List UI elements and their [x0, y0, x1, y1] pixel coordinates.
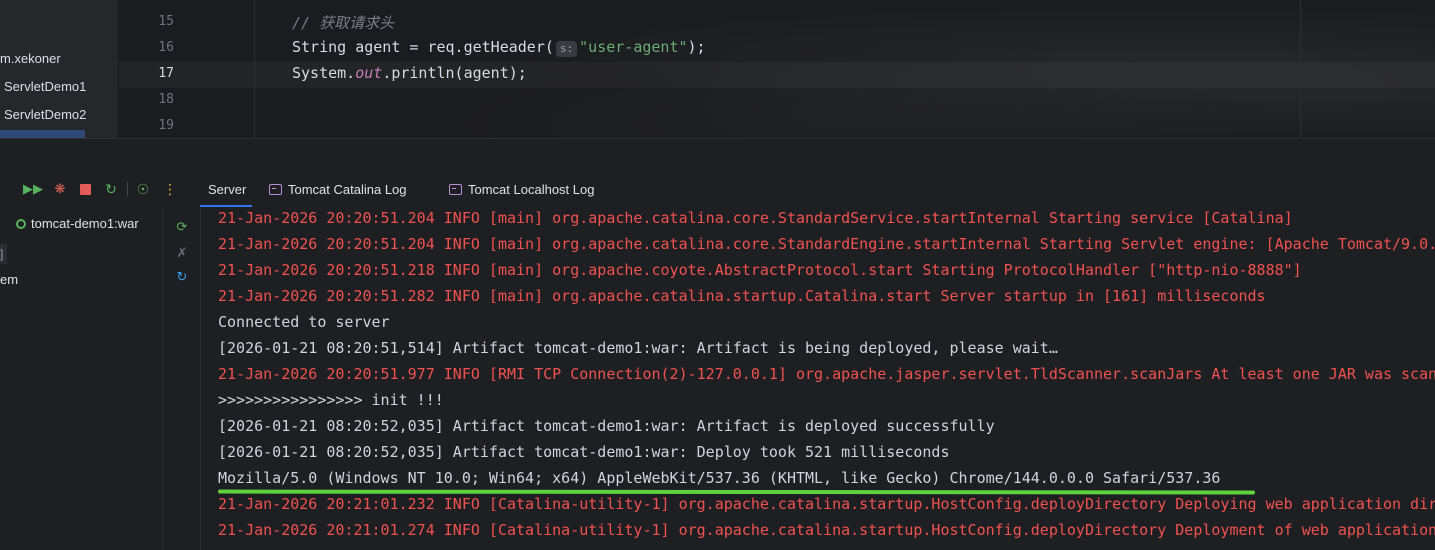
console-line: 21-Jan-2026 20:21:01.274 INFO [Catalina-…: [218, 521, 1435, 539]
console-line: 21-Jan-2026 20:20:51.204 INFO [main] org…: [218, 209, 1293, 227]
deploy-actions-bar: ⟳ ✗ ↻: [163, 208, 201, 550]
console-line: 21-Jan-2026 20:21:01.232 INFO [Catalina-…: [218, 495, 1435, 513]
artifact-node[interactable]: tomcat-demo1:war: [16, 216, 139, 231]
tree-item-servletdemo1[interactable]: ServletDemo1: [4, 76, 86, 98]
code-editor[interactable]: 15 16 17 18 19 // 获取请求头 String agent = r…: [119, 0, 1435, 138]
top-editor-area: m.xekoner ServletDemo1 ServletDemo2 15 1…: [0, 0, 1435, 138]
console-line: 21-Jan-2026 20:20:51.977 INFO [RMI TCP C…: [218, 365, 1435, 383]
tab-label: Tomcat Localhost Log: [468, 182, 595, 197]
more-icon[interactable]: ⋮: [161, 180, 179, 198]
tab-label: Tomcat Catalina Log: [288, 182, 407, 197]
line-number: 15: [158, 14, 174, 29]
left-fragment: em: [0, 272, 19, 287]
code-field: out: [355, 64, 383, 82]
services-tree: tomcat-demo1:war ] em: [0, 208, 163, 550]
tree-item-servletdemo2[interactable]: ServletDemo2: [4, 104, 86, 126]
code-comment: // 获取请求头: [292, 14, 395, 32]
refresh-icon[interactable]: ↻: [102, 180, 120, 198]
debug-icon[interactable]: ❋: [51, 180, 69, 198]
code-text: );: [687, 38, 706, 56]
console-line: [2026-01-21 08:20:52,035] Artifact tomca…: [218, 443, 950, 461]
console-line: 21-Jan-2026 20:20:51.204 INFO [main] org…: [218, 235, 1435, 253]
console-line: 21-Jan-2026 20:20:51.218 INFO [main] org…: [218, 261, 1302, 279]
line-number-gutter: 15 16 17 18 19: [119, 0, 174, 138]
right-margin-guide: [1300, 0, 1301, 138]
line-number: 19: [158, 118, 174, 133]
code-string: "user-agent": [579, 38, 688, 56]
active-tab-indicator: [200, 205, 252, 207]
code-line-16: String agent = req.getHeader(s: "user-age…: [292, 38, 706, 57]
artifact-ok-icon: [16, 219, 26, 229]
console-log-icon: [269, 184, 282, 195]
console-line: Mozilla/5.0 (Windows NT 10.0; Win64; x64…: [218, 469, 1221, 487]
toolbar-separator: [127, 182, 128, 196]
console-line: [2026-01-21 08:20:51,514] Artifact tomca…: [218, 339, 1058, 357]
line-number: 16: [158, 40, 174, 55]
code-text: .println(agent);: [382, 64, 527, 82]
artifact-label: tomcat-demo1:war: [31, 216, 139, 231]
rerun-icon[interactable]: ▶▶: [23, 180, 43, 198]
parameter-hint: s:: [555, 41, 578, 57]
tab-tomcat-localhost-log[interactable]: Tomcat Localhost Log: [449, 176, 594, 204]
code-text: String agent = req.getHeader(: [292, 38, 554, 56]
gutter-separator: [254, 0, 255, 138]
left-fragment: ]: [0, 244, 7, 264]
tab-tomcat-catalina-log[interactable]: Tomcat Catalina Log: [269, 176, 407, 204]
project-tree: m.xekoner ServletDemo1 ServletDemo2: [0, 0, 119, 138]
redeploy-icon[interactable]: ↻: [173, 268, 191, 286]
console-line: Connected to server: [218, 313, 390, 331]
tree-item-package[interactable]: m.xekoner: [0, 48, 61, 70]
line-number-current: 17: [158, 66, 174, 81]
deploy-artifact-icon[interactable]: ⟳: [173, 218, 191, 236]
undeploy-artifact-icon[interactable]: ✗: [173, 244, 191, 262]
console-log-icon: [449, 184, 462, 195]
panel-separator: [0, 138, 1435, 172]
console-line: [2026-01-21 08:20:52,035] Artifact tomca…: [218, 417, 995, 435]
stop-icon[interactable]: [76, 180, 94, 198]
console-line: >>>>>>>>>>>>>>>> init !!!: [218, 391, 444, 409]
tab-label: Server: [208, 182, 247, 197]
console-line: 21-Jan-2026 20:20:51.282 INFO [main] org…: [218, 287, 1266, 305]
tab-server[interactable]: Server: [208, 176, 246, 204]
deploy-icon[interactable]: ☉: [134, 180, 152, 198]
code-line-17: System.out.println(agent);: [292, 64, 527, 82]
line-number: 18: [158, 92, 174, 107]
console-output[interactable]: 21-Jan-2026 20:20:51.204 INFO [main] org…: [201, 208, 1435, 550]
tree-selection-highlight: [0, 130, 85, 138]
code-text: System.: [292, 64, 356, 82]
